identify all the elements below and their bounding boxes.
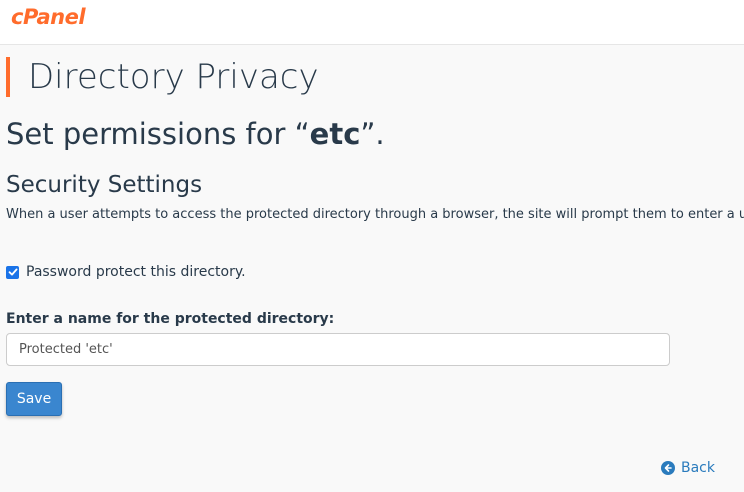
directory-name: etc	[309, 117, 361, 151]
arrow-circle-left-icon	[661, 461, 675, 475]
heading-prefix: Set permissions for “	[6, 117, 310, 151]
password-protect-option[interactable]: Password protect this directory.	[6, 264, 246, 280]
back-link[interactable]: Back	[661, 460, 715, 476]
top-bar: cPanel	[0, 0, 744, 45]
directory-name-input[interactable]	[6, 333, 670, 366]
password-protect-checkbox[interactable]	[6, 265, 19, 279]
page-title: Directory Privacy	[28, 57, 319, 97]
checkmark-icon	[8, 268, 17, 276]
heading-suffix: ”.	[360, 117, 385, 151]
back-label: Back	[681, 460, 715, 476]
page-title-block: Directory Privacy	[6, 57, 319, 97]
security-settings-title: Security Settings	[6, 172, 203, 198]
directory-name-label: Enter a name for the protected directory…	[6, 311, 335, 327]
save-button[interactable]: Save	[6, 382, 62, 416]
permissions-heading: Set permissions for “etc”.	[6, 114, 385, 154]
security-description: When a user attempts to access the prote…	[6, 207, 744, 222]
cpanel-logo[interactable]: cPanel	[11, 5, 86, 29]
arrow-left-glyph	[664, 464, 672, 472]
password-protect-label: Password protect this directory.	[26, 264, 246, 280]
